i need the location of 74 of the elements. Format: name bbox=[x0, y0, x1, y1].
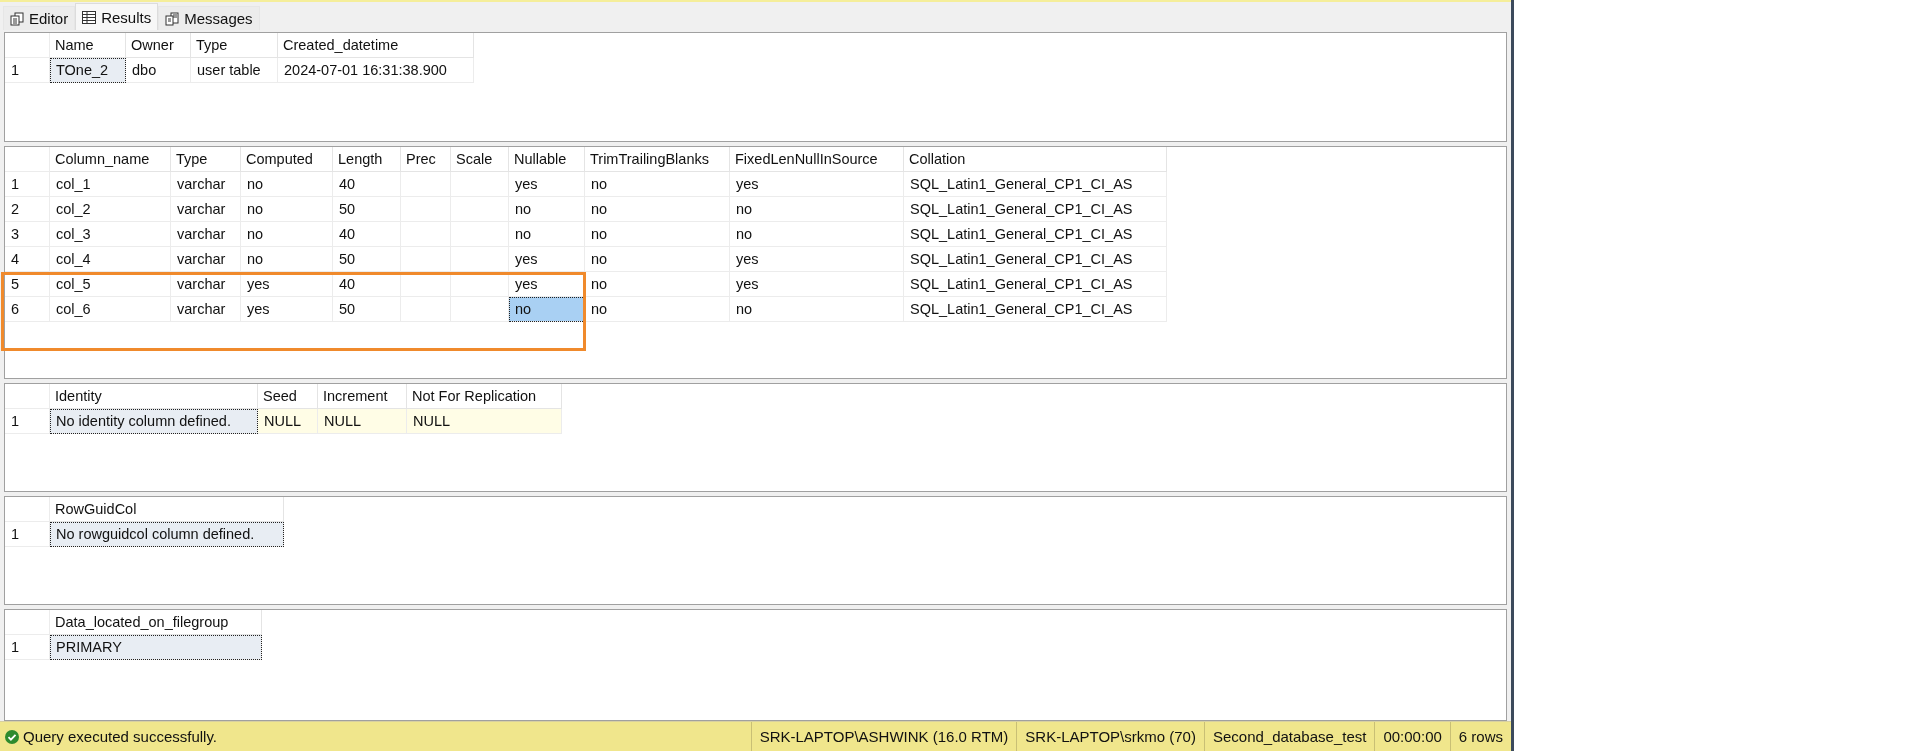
table-cell[interactable]: SQL_Latin1_General_CP1_CI_AS bbox=[904, 222, 1167, 247]
table-cell[interactable]: yes bbox=[509, 172, 585, 197]
table-cell[interactable]: SQL_Latin1_General_CP1_CI_AS bbox=[904, 297, 1167, 322]
table-cell[interactable]: yes bbox=[730, 172, 904, 197]
status-message: Query executed successfully. bbox=[22, 728, 218, 745]
table-cell[interactable]: no bbox=[730, 197, 904, 222]
table-cell[interactable]: no bbox=[509, 222, 585, 247]
table-cell[interactable]: col_2 bbox=[50, 197, 171, 222]
table-cell[interactable]: 50 bbox=[333, 247, 401, 272]
table-cell[interactable]: no bbox=[509, 197, 585, 222]
table-cell[interactable]: 40 bbox=[333, 222, 401, 247]
table-cell[interactable] bbox=[401, 247, 451, 272]
document-icon bbox=[10, 11, 24, 26]
corner-header[interactable] bbox=[5, 147, 50, 172]
table-cell[interactable]: no bbox=[241, 172, 333, 197]
table-cell[interactable]: yes bbox=[509, 247, 585, 272]
table-cell[interactable]: no bbox=[585, 272, 730, 297]
status-item: SRK-LAPTOP\srkmo (70) bbox=[1016, 722, 1204, 751]
table-cell[interactable]: NULL bbox=[407, 409, 562, 434]
messages-icon bbox=[165, 11, 180, 26]
table-cell[interactable]: 50 bbox=[333, 197, 401, 222]
table-cell[interactable]: user table bbox=[191, 58, 278, 83]
table-cell[interactable]: col_1 bbox=[50, 172, 171, 197]
table-cell[interactable]: no bbox=[730, 222, 904, 247]
table-cell[interactable]: col_3 bbox=[50, 222, 171, 247]
table-cell[interactable]: no bbox=[585, 197, 730, 222]
table-cell[interactable]: no bbox=[509, 297, 585, 322]
table-cell[interactable]: TOne_2 bbox=[50, 58, 126, 83]
table-cell[interactable]: No rowguidcol column defined. bbox=[50, 522, 284, 547]
table-cell[interactable]: SQL_Latin1_General_CP1_CI_AS bbox=[904, 272, 1167, 297]
table-cell[interactable]: no bbox=[241, 222, 333, 247]
table-cell[interactable]: no bbox=[585, 172, 730, 197]
table-cell[interactable]: yes bbox=[730, 247, 904, 272]
table-cell[interactable]: SQL_Latin1_General_CP1_CI_AS bbox=[904, 247, 1167, 272]
table-cell[interactable]: dbo bbox=[126, 58, 191, 83]
table-cell[interactable]: SQL_Latin1_General_CP1_CI_AS bbox=[904, 197, 1167, 222]
tab[interactable]: Editor bbox=[3, 6, 76, 30]
table-cell[interactable]: varchar bbox=[171, 247, 241, 272]
table-cell[interactable]: no bbox=[730, 297, 904, 322]
table-cell[interactable] bbox=[451, 247, 509, 272]
status-item: Second_database_test bbox=[1203, 722, 1375, 751]
table-cell[interactable]: 40 bbox=[333, 172, 401, 197]
table-cell[interactable]: NULL bbox=[258, 409, 318, 434]
table-cell[interactable]: varchar bbox=[171, 197, 241, 222]
table-cell[interactable]: SQL_Latin1_General_CP1_CI_AS bbox=[904, 172, 1167, 197]
status-item: 00:00:00 bbox=[1374, 722, 1450, 751]
table-cell[interactable]: varchar bbox=[171, 172, 241, 197]
corner-header[interactable] bbox=[5, 384, 50, 409]
table-cell[interactable]: PRIMARY bbox=[50, 635, 262, 660]
table-cell[interactable]: varchar bbox=[171, 222, 241, 247]
table-cell[interactable]: no bbox=[585, 247, 730, 272]
grid-icon bbox=[82, 10, 97, 24]
table-cell[interactable]: No identity column defined. bbox=[50, 409, 258, 434]
table-cell[interactable]: no bbox=[241, 247, 333, 272]
tab[interactable]: Results bbox=[75, 3, 159, 30]
table-cell[interactable]: col_4 bbox=[50, 247, 171, 272]
table-cell[interactable]: col_6 bbox=[50, 297, 171, 322]
table-cell[interactable]: yes bbox=[241, 297, 333, 322]
corner-header[interactable] bbox=[5, 610, 50, 635]
table-cell[interactable] bbox=[401, 172, 451, 197]
table-cell[interactable]: 2024-07-01 16:31:38.900 bbox=[278, 58, 474, 83]
table-cell[interactable]: no bbox=[585, 222, 730, 247]
corner-header[interactable] bbox=[5, 497, 50, 522]
status-item: SRK-LAPTOP\ASHWINK (16.0 RTM) bbox=[750, 722, 1017, 751]
table-cell[interactable]: NULL bbox=[318, 409, 407, 434]
table-cell[interactable] bbox=[451, 297, 509, 322]
table-cell[interactable]: yes bbox=[730, 272, 904, 297]
table-cell[interactable]: 50 bbox=[333, 297, 401, 322]
tab[interactable]: Messages bbox=[158, 6, 260, 30]
table-cell[interactable]: no bbox=[241, 197, 333, 222]
table-cell[interactable]: varchar bbox=[171, 297, 241, 322]
table-cell[interactable]: no bbox=[585, 297, 730, 322]
table-cell[interactable] bbox=[451, 172, 509, 197]
corner-header[interactable] bbox=[5, 33, 50, 58]
